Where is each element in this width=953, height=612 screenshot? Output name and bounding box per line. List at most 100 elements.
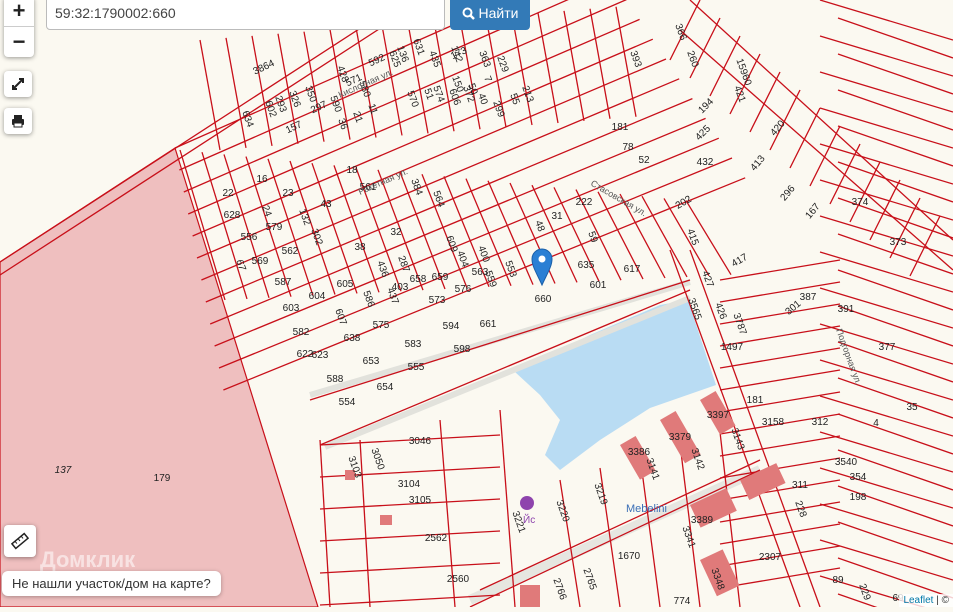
parcel-label[interactable]: 588	[327, 374, 344, 385]
parcel-label[interactable]: 659	[432, 272, 449, 283]
parcel-label[interactable]: 391	[838, 304, 855, 315]
parcel-label[interactable]: 377	[879, 342, 896, 353]
parcel-label[interactable]: 660	[535, 294, 552, 305]
parcel-label[interactable]: 554	[339, 397, 356, 408]
parcel-label[interactable]: 3341	[679, 525, 697, 550]
parcel-label[interactable]: 167	[804, 201, 823, 221]
parcel-label[interactable]: 598	[454, 344, 471, 355]
parcel-label[interactable]: 2766	[550, 577, 568, 602]
parcel-label[interactable]: 3540	[835, 457, 858, 468]
poi-label[interactable]: Mebelini	[626, 503, 667, 515]
zoom-in-button[interactable]: +	[4, 0, 34, 26]
parcel-label[interactable]: 387	[800, 292, 817, 303]
parcel-label[interactable]: 562	[282, 246, 299, 257]
parcel-label[interactable]: 570	[404, 89, 420, 109]
parcel-label[interactable]: 21	[350, 110, 364, 125]
parcel-label[interactable]: 3220	[553, 499, 571, 524]
parcel-label[interactable]: 432	[697, 157, 714, 168]
parcel-label[interactable]: 628	[224, 210, 241, 221]
parcel-label[interactable]: 43	[320, 199, 332, 210]
parcel-label[interactable]: 260	[684, 49, 700, 69]
parcel-label[interactable]: 654	[377, 382, 394, 393]
parcel-label[interactable]: 22	[222, 188, 234, 199]
parcel-label[interactable]: 181	[747, 395, 764, 406]
parcel-label[interactable]: 137	[55, 465, 72, 476]
parcel-label[interactable]: 579	[266, 222, 283, 233]
location-marker-icon[interactable]	[531, 248, 553, 287]
parcel-label[interactable]: 384	[408, 177, 424, 197]
parcel-label[interactable]: 574	[430, 84, 446, 104]
parcel-label[interactable]: 586	[360, 289, 376, 309]
parcel-label[interactable]: 89	[832, 575, 844, 586]
parcel-label[interactable]: 287	[395, 254, 411, 274]
parcel-label[interactable]: 181	[612, 122, 629, 133]
parcel-label[interactable]: 35	[906, 402, 918, 413]
parcel-label[interactable]: 427	[699, 269, 715, 289]
parcel-label[interactable]: 594	[443, 321, 460, 332]
parcel-label[interactable]: 229	[494, 54, 510, 74]
parcel-label[interactable]: 363	[476, 49, 492, 69]
parcel-label[interactable]: 575	[373, 320, 390, 331]
fullscreen-button[interactable]	[4, 71, 32, 97]
parcel-label[interactable]: 16	[256, 174, 268, 185]
parcel-label[interactable]: 592	[367, 52, 387, 69]
parcel-label[interactable]: 55	[507, 92, 521, 107]
parcel-label[interactable]: 67	[233, 258, 247, 273]
parcel-label[interactable]: 3158	[762, 417, 785, 428]
zoom-out-button[interactable]: −	[4, 26, 34, 57]
ruler-button[interactable]	[4, 525, 36, 557]
parcel-label[interactable]: 658	[410, 274, 427, 285]
parcel-label[interactable]: 23	[282, 188, 294, 199]
parcel-label[interactable]: 605	[337, 279, 354, 290]
parcel-label[interactable]: 2307	[759, 552, 782, 563]
parcel-label[interactable]: 179	[154, 473, 171, 484]
parcel-label[interactable]: 1670	[618, 551, 641, 562]
parcel-label[interactable]: 354	[850, 472, 867, 483]
parcel-label[interactable]: 601	[590, 280, 607, 291]
parcel-label[interactable]: 661	[480, 319, 497, 330]
parcel-label[interactable]: 2765	[580, 567, 598, 592]
print-button[interactable]	[4, 108, 32, 134]
leaflet-link[interactable]: Leaflet	[903, 595, 933, 606]
parcel-label[interactable]: 3105	[409, 495, 432, 506]
parcel-label[interactable]: 436	[374, 259, 390, 279]
parcel-label[interactable]: 587	[275, 277, 292, 288]
parcel-label[interactable]: 296	[779, 183, 798, 203]
parcel-label[interactable]: 18	[346, 165, 358, 176]
parcel-label[interactable]: 774	[674, 596, 691, 607]
parcel-label[interactable]: 78	[622, 142, 634, 153]
parcel-label[interactable]: 623	[312, 350, 329, 361]
parcel-label[interactable]: 2560	[447, 574, 470, 585]
parcel-label[interactable]: 555	[408, 362, 425, 373]
parcel-label[interactable]: 312	[812, 417, 829, 428]
parcel-label[interactable]: 2562	[425, 533, 448, 544]
parcel-label[interactable]: 617	[624, 264, 641, 275]
parcel-label[interactable]: 3379	[669, 432, 692, 443]
search-button[interactable]: Найти	[450, 0, 530, 30]
parcel-label[interactable]: 3787	[730, 312, 748, 337]
parcel-label[interactable]: 569	[252, 256, 269, 267]
map-layer[interactable]: 3864571592 136 631 173428580625 435 142 363 229…	[0, 0, 953, 612]
parcel-label[interactable]: 556	[241, 232, 258, 243]
parcel-label[interactable]: 3050	[368, 447, 386, 472]
parcel-label[interactable]: 564	[430, 189, 446, 209]
parcel-label[interactable]: 576	[455, 284, 472, 295]
parcel-label[interactable]: 311	[792, 480, 808, 491]
parcel-label[interactable]: 31	[551, 211, 563, 222]
parcel-label[interactable]: 32	[390, 227, 402, 238]
parcel-label[interactable]: 3046	[409, 436, 432, 447]
parcel-label[interactable]: 417	[730, 252, 750, 270]
parcel-label[interactable]: 198	[850, 492, 867, 503]
parcel-label[interactable]: 11	[365, 102, 379, 116]
parcel-label[interactable]: 366	[672, 22, 688, 42]
cadastral-map[interactable]: 3864 571 592 136 631 173 428 580 625 435 142 363 229…	[0, 0, 953, 612]
parcel-label[interactable]: 194	[696, 96, 716, 116]
parcel-label[interactable]: 635	[578, 260, 595, 271]
not-found-link[interactable]: Не нашли участок/дом на карте?	[2, 571, 221, 596]
parcel-label[interactable]: 157	[284, 119, 304, 136]
parcel-label[interactable]: 638	[344, 333, 361, 344]
parcel-label[interactable]: 607	[332, 307, 348, 327]
parcel-label[interactable]: 24	[259, 204, 273, 219]
parcel-label[interactable]: 400	[475, 244, 491, 264]
cadastral-search-input[interactable]	[46, 0, 445, 30]
